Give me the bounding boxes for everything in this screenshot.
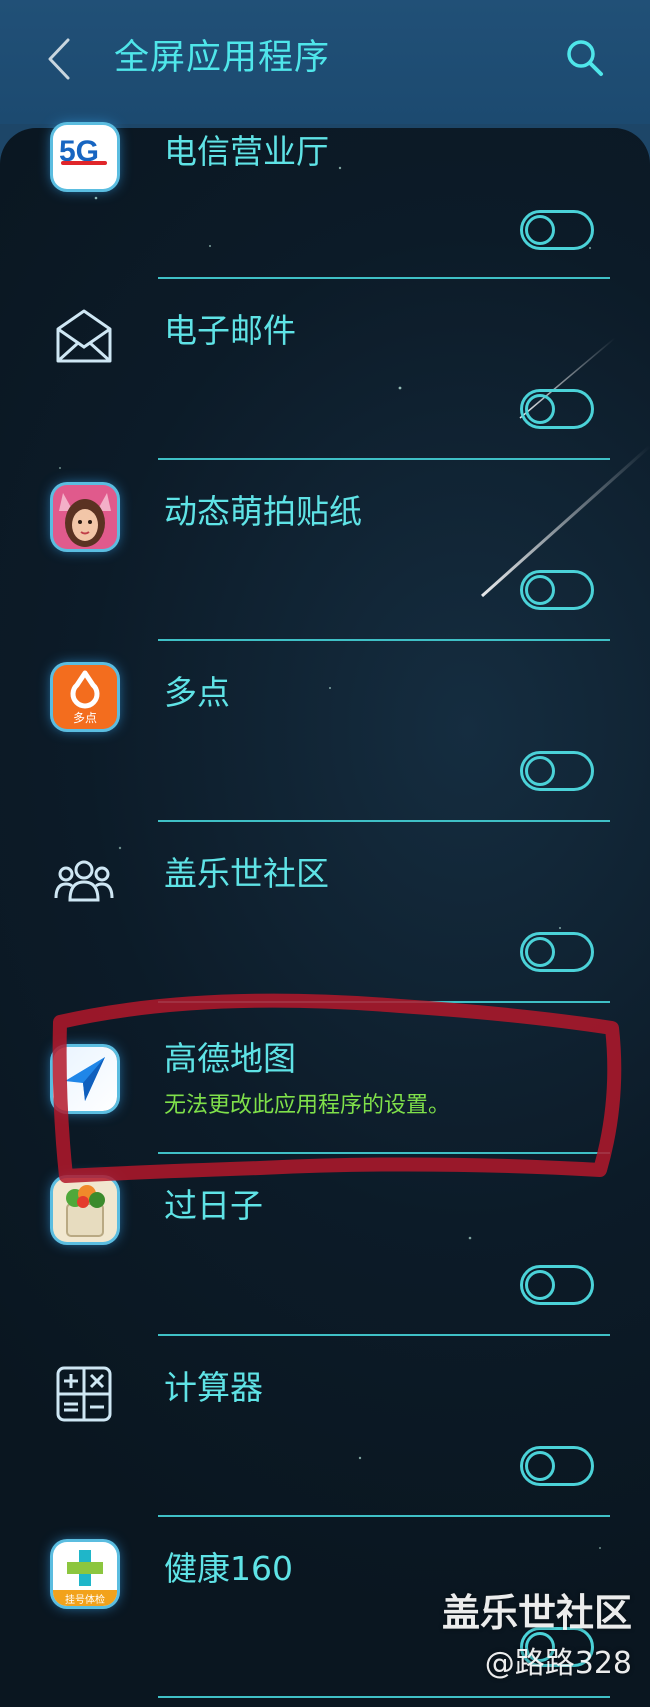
calculator-icon [56, 1366, 112, 1422]
app-name: 多点 [164, 673, 230, 712]
search-icon[interactable] [563, 36, 607, 80]
app-name: 计算器 [164, 1368, 263, 1407]
telecom-5g-icon: 5G [53, 125, 117, 189]
cat-avatar-icon [53, 485, 117, 549]
fullscreen-toggle[interactable] [520, 570, 594, 610]
list-item[interactable]: 电子邮件 [0, 279, 650, 457]
amap-navigation-icon [53, 1047, 117, 1111]
fullscreen-toggle[interactable] [520, 1446, 594, 1486]
fullscreen-toggle[interactable] [520, 389, 594, 429]
app-name: 高德地图 [164, 1039, 296, 1078]
app-name: 盖乐世社区 [164, 854, 329, 893]
list-item[interactable]: 过日子 [0, 1154, 650, 1332]
watermark-user: @路路328 [484, 1646, 632, 1681]
watermark-community: 盖乐世社区 [441, 1591, 632, 1635]
app-status-message: 无法更改此应用程序的设置。 [164, 1093, 451, 1118]
health-cross-icon: 挂号体检 [53, 1542, 117, 1606]
fullscreen-toggle[interactable] [520, 751, 594, 791]
fullscreen-toggle[interactable] [520, 932, 594, 972]
list-item[interactable]: 动态萌拍贴纸 [0, 460, 650, 638]
app-name: 电子邮件 [164, 311, 296, 350]
grocery-bag-icon [53, 1178, 117, 1242]
app-name: 动态萌拍贴纸 [164, 492, 362, 531]
list-item[interactable]: 多点 多点 [0, 641, 650, 819]
divider [158, 1696, 610, 1698]
page-title: 全屏应用程序 [114, 38, 331, 78]
duodian-icon: 多点 [53, 665, 117, 729]
app-name: 过日子 [164, 1186, 263, 1225]
list-item[interactable]: 计算器 [0, 1336, 650, 1514]
list-item[interactable]: 5G 电信营业厅 [0, 100, 650, 278]
app-name: 电信营业厅 [164, 132, 329, 171]
fullscreen-toggle[interactable] [520, 1265, 594, 1305]
community-people-icon [54, 860, 114, 902]
back-chevron-left-icon[interactable] [40, 34, 80, 84]
list-item[interactable]: 盖乐世社区 [0, 822, 650, 1000]
app-name: 健康160 [164, 1549, 293, 1588]
fullscreen-toggle[interactable] [520, 210, 594, 250]
envelope-icon [56, 309, 112, 363]
